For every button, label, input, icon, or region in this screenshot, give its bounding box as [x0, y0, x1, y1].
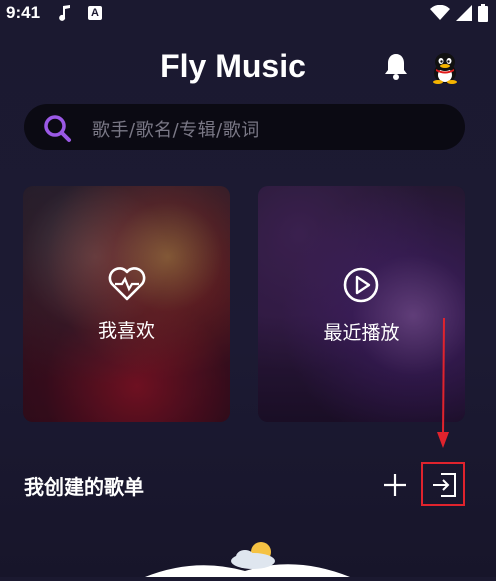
- wifi-icon: [430, 5, 450, 20]
- import-icon: [433, 473, 456, 497]
- search-icon: [42, 113, 72, 147]
- favorites-label: 我喜欢: [97, 320, 155, 342]
- my-playlists-title: 我创建的歌单: [24, 475, 144, 499]
- add-playlist-button[interactable]: [382, 472, 408, 498]
- app-notification-icon: A: [88, 6, 102, 20]
- battery-icon: [478, 4, 488, 22]
- annotation-arrow: [436, 317, 450, 454]
- play-circle-icon: [342, 266, 380, 308]
- music-note-icon: [58, 4, 72, 26]
- avatar[interactable]: [430, 52, 460, 84]
- recent-played-card[interactable]: 最近播放: [258, 186, 465, 422]
- status-indicators: [430, 4, 488, 22]
- notification-bell-icon[interactable]: [383, 52, 409, 84]
- search-bar[interactable]: 歌手/歌名/专辑/歌词: [24, 104, 465, 150]
- search-input[interactable]: 歌手/歌名/专辑/歌词: [92, 116, 260, 142]
- heart-pulse-icon: [107, 266, 147, 306]
- favorites-card[interactable]: 我喜欢: [23, 186, 230, 422]
- import-playlist-button[interactable]: [421, 462, 465, 506]
- recent-played-label: 最近播放: [323, 322, 400, 344]
- status-bar: 9:41 A: [0, 0, 496, 30]
- empty-state-illustration: [135, 535, 365, 581]
- signal-icon: [456, 5, 472, 21]
- status-time: 9:41: [6, 3, 41, 22]
